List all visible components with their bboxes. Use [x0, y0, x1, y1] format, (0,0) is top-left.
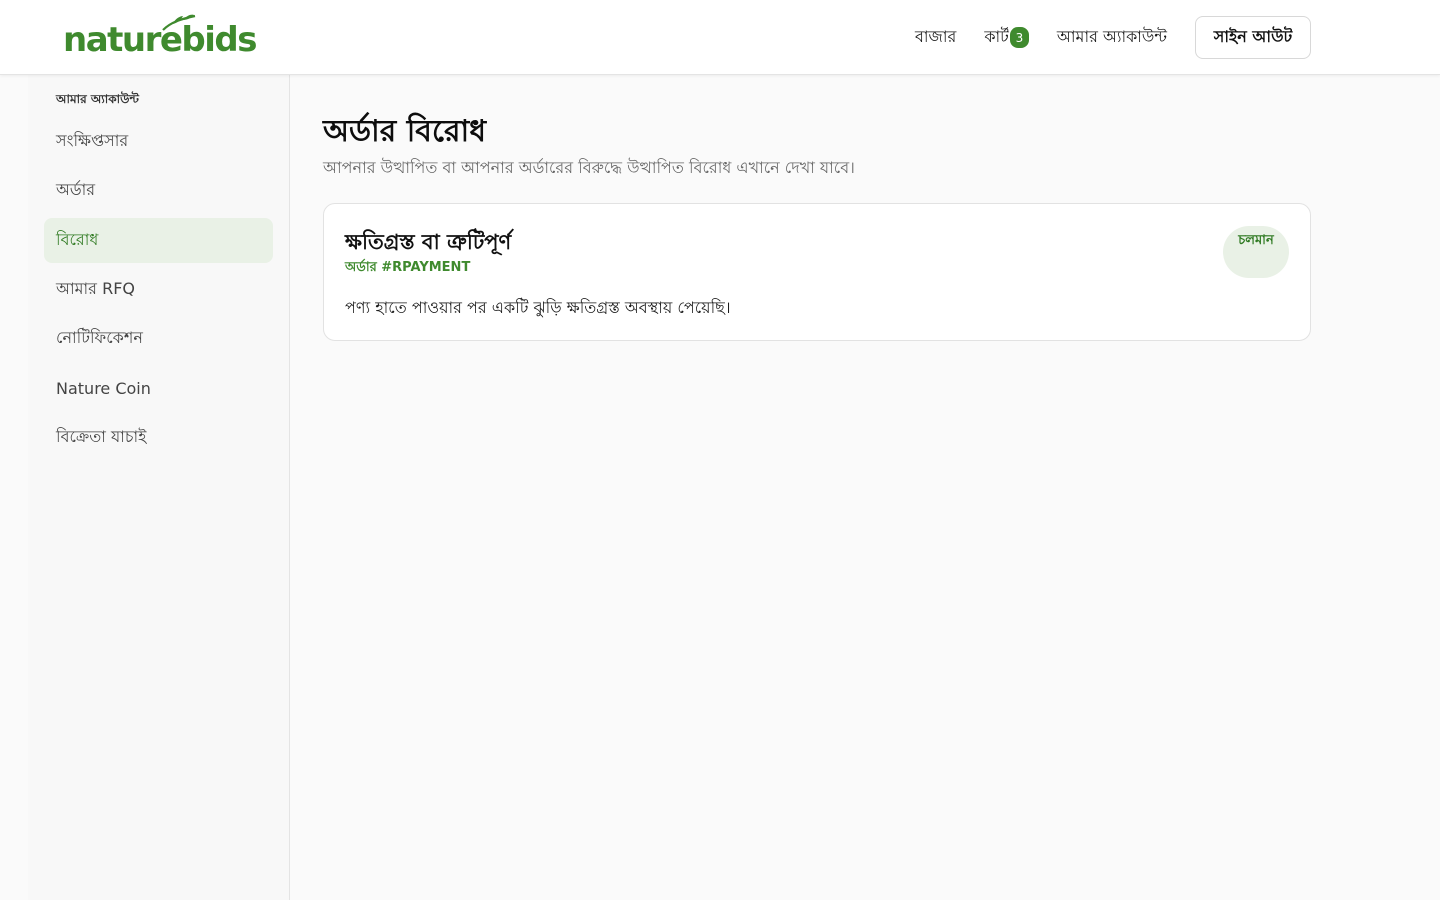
cart-count-badge: 3 [1009, 27, 1029, 48]
dispute-card[interactable]: ক্ষতিগ্রস্ত বা ত্রুটিপূর্ণ অর্ডার #RPAYM… [323, 203, 1311, 341]
signout-button[interactable]: সাইন আউট [1195, 16, 1311, 59]
page-subtitle: আপনার উত্থাপিত বা আপনার অর্ডারের বিরুদ্ধ… [323, 158, 855, 177]
sidebar-item-nature-coin[interactable]: Nature Coin [44, 366, 273, 411]
sidebar-item-disputes[interactable]: বিরোধ [44, 218, 273, 263]
sidebar-item-summary[interactable]: সংক্ষিপ্তসার [44, 119, 273, 164]
sidebar-item-rfq[interactable]: আমার RFQ [44, 267, 273, 312]
sidebar-item-orders[interactable]: অর্ডার [44, 168, 273, 213]
sidebar-item-notifications[interactable]: নোটিফিকেশন [44, 316, 273, 361]
top-header: naturebids বাজার কার্ট 3 আমার অ্যাকাউন্ট… [0, 0, 1440, 75]
dispute-order-link[interactable]: অর্ডার #RPAYMENT [345, 258, 470, 279]
leaf-icon [162, 14, 196, 31]
page-title: অর্ডার বিরোধ [323, 114, 487, 149]
nav-account-link[interactable]: আমার অ্যাকাউন্ট [1057, 24, 1167, 51]
nav-market-link[interactable]: বাজার [915, 24, 956, 51]
account-sidebar: আমার অ্যাকাউন্ট সংক্ষিপ্তসার অর্ডার বিরো… [28, 75, 290, 900]
sidebar-item-seller-verification[interactable]: বিক্রেতা যাচাই [44, 415, 273, 460]
naturebids-logo[interactable]: naturebids [63, 14, 258, 62]
dispute-description: পণ্য হাতে পাওয়ার পর একটি ঝুড়ি ক্ষতিগ্র… [345, 298, 731, 317]
nav-cart-link[interactable]: কার্ট 3 [984, 24, 1029, 51]
logo-text: naturebids [63, 20, 258, 60]
status-badge: চলমান [1223, 226, 1289, 278]
nav-cart-label: কার্ট [984, 27, 1009, 46]
dispute-title: ক্ষতিগ্রস্ত বা ত্রুটিপূর্ণ [345, 230, 512, 254]
sidebar-heading: আমার অ্যাকাউন্ট [56, 92, 139, 106]
top-nav: বাজার কার্ট 3 আমার অ্যাকাউন্ট সাইন আউট [915, 16, 1311, 59]
